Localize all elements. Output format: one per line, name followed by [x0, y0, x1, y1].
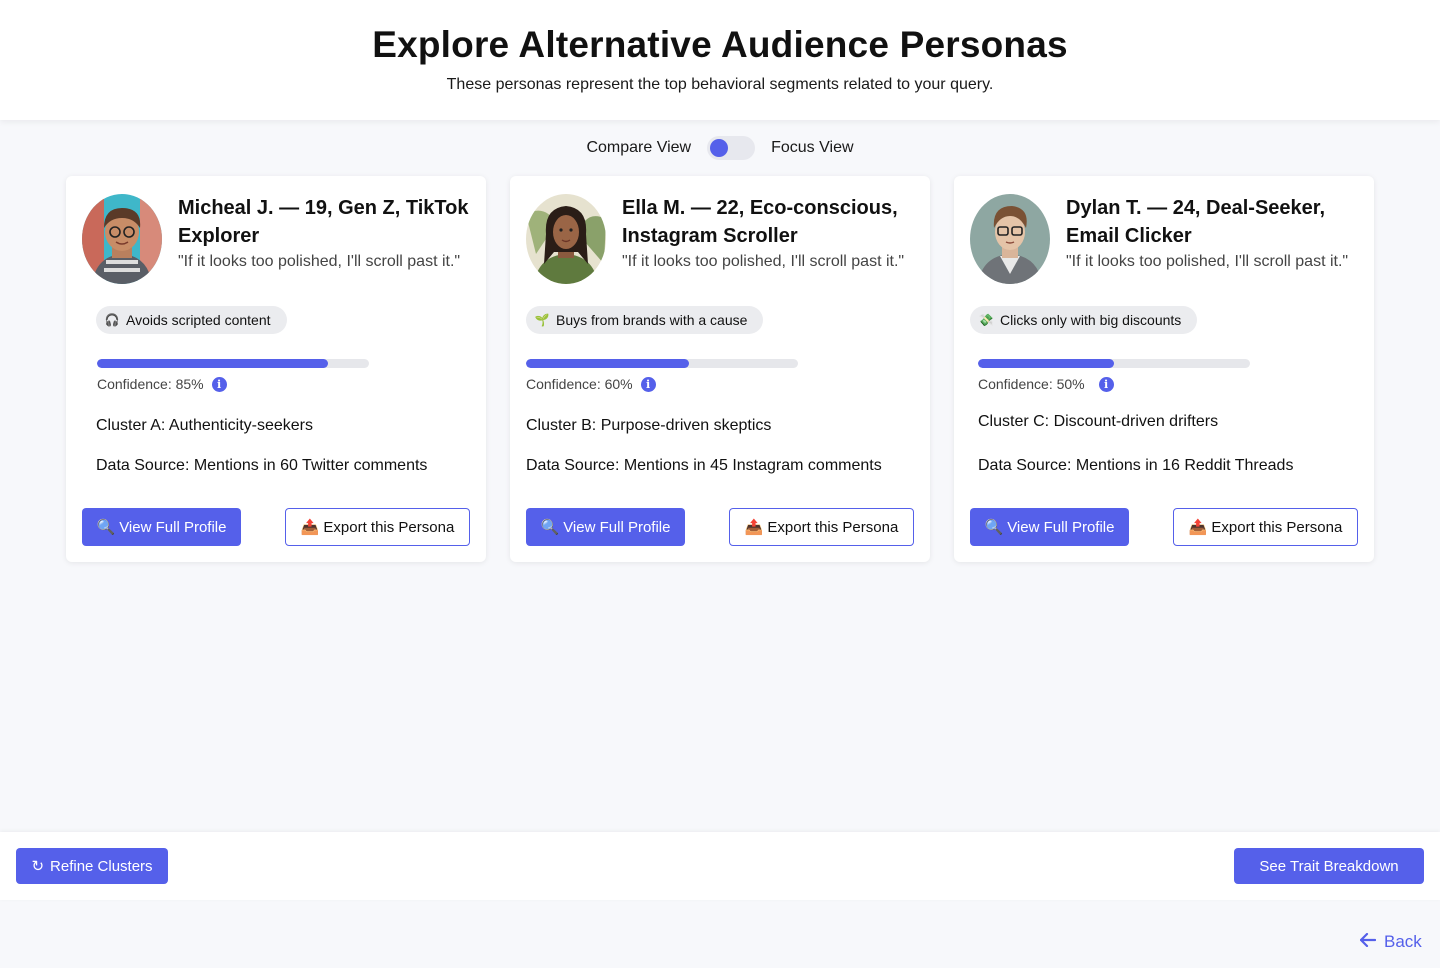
- confidence-label: Confidence: 50%: [978, 376, 1085, 392]
- data-source-label: Data Source: Mentions in 45 Instagram co…: [526, 457, 882, 474]
- toggle-knob: [710, 139, 729, 157]
- persona-tag: 💸 Clicks only with big discounts: [970, 306, 1198, 334]
- page-title: Explore Alternative Audience Personas: [372, 24, 1068, 65]
- see-trait-breakdown-label: See Trait Breakdown: [1259, 857, 1399, 875]
- refresh-icon: ↻: [31, 858, 45, 875]
- page-header: Explore Alternative Audience Personas Th…: [0, 0, 1440, 120]
- confidence-row: Confidence: 60% i: [526, 376, 656, 392]
- persona-quote: "If it looks too polished, I'll scroll p…: [1066, 253, 1349, 270]
- magnifier-icon: 🔍: [540, 519, 560, 536]
- persona-tag-label: Clicks only with big discounts: [1000, 312, 1182, 328]
- info-icon[interactable]: i: [640, 376, 656, 392]
- persona-name: Ella M. — 22, Eco-conscious, Instagram S…: [622, 197, 898, 247]
- data-source-label: Data Source: Mentions in 16 Reddit Threa…: [978, 457, 1294, 474]
- confidence-bar-fill: [97, 359, 329, 368]
- persona-card-dylan: Dylan T. — 24, Deal-Seeker, Email Clicke…: [954, 176, 1374, 562]
- info-icon[interactable]: i: [1098, 376, 1114, 392]
- view-full-profile-label: View Full Profile: [1007, 518, 1115, 536]
- cluster-label: Cluster B: Purpose-driven skeptics: [526, 417, 772, 434]
- avatar: [82, 194, 162, 284]
- headphones-icon: 🎧: [104, 313, 120, 327]
- magnifier-icon: 🔍: [96, 519, 116, 536]
- confidence-label: Confidence: 85%: [97, 376, 204, 392]
- persona-quote: "If it looks too polished, I'll scroll p…: [178, 253, 461, 270]
- avatar: [526, 194, 606, 284]
- confidence-bar: [978, 359, 1250, 368]
- export-icon: 📤: [300, 519, 320, 536]
- money-wings-icon: 💸: [978, 313, 994, 327]
- persona-name: Micheal J. — 19, Gen Z, TikTok Explorer: [178, 197, 469, 247]
- view-full-profile-button[interactable]: 🔍 View Full Profile: [970, 508, 1129, 546]
- export-icon: 📤: [744, 519, 764, 536]
- refine-clusters-button[interactable]: ↻ Refine Clusters: [16, 848, 168, 884]
- view-full-profile-button[interactable]: 🔍 View Full Profile: [82, 508, 241, 546]
- data-source-label: Data Source: Mentions in 60 Twitter comm…: [96, 457, 428, 474]
- persona-tag-label: Avoids scripted content: [126, 312, 271, 328]
- cluster-label: Cluster A: Authenticity-seekers: [96, 417, 313, 434]
- export-persona-button[interactable]: 📤 Export this Persona: [285, 508, 470, 546]
- confidence-row: Confidence: 85% i: [97, 376, 227, 392]
- view-full-profile-label: View Full Profile: [119, 518, 227, 536]
- persona-quote: "If it looks too polished, I'll scroll p…: [622, 253, 905, 270]
- persona-name: Dylan T. — 24, Deal-Seeker, Email Clicke…: [1066, 197, 1326, 247]
- persona-card-ella: Ella M. — 22, Eco-conscious, Instagram S…: [510, 176, 930, 562]
- persona-tag: 🌱 Buys from brands with a cause: [526, 306, 764, 334]
- export-persona-label: Export this Persona: [1211, 518, 1343, 536]
- footer-bar: ↻ Refine Clusters See Trait Breakdown: [0, 832, 1440, 900]
- compare-view-label[interactable]: Compare View: [586, 139, 691, 157]
- view-toggle-row: Compare View Focus View: [0, 136, 1440, 160]
- persona-tag-label: Buys from brands with a cause: [556, 312, 748, 328]
- confidence-bar: [526, 359, 798, 368]
- back-label: Back: [1384, 932, 1422, 951]
- cluster-label: Cluster C: Discount-driven drifters: [978, 413, 1219, 430]
- view-full-profile-label: View Full Profile: [563, 518, 671, 536]
- export-persona-button[interactable]: 📤 Export this Persona: [1173, 508, 1358, 546]
- info-icon[interactable]: i: [211, 376, 227, 392]
- export-persona-label: Export this Persona: [323, 518, 455, 536]
- confidence-row: Confidence: 50% i: [978, 376, 1114, 392]
- avatar: [970, 194, 1050, 284]
- see-trait-breakdown-button[interactable]: See Trait Breakdown: [1234, 848, 1424, 884]
- refine-clusters-label: Refine Clusters: [50, 857, 153, 875]
- back-link[interactable]: Back: [1359, 932, 1422, 952]
- view-toggle-switch[interactable]: [707, 136, 756, 160]
- export-persona-button[interactable]: 📤 Export this Persona: [729, 508, 914, 546]
- arrow-left-icon: [1359, 932, 1377, 952]
- persona-card-micheal: Micheal J. — 19, Gen Z, TikTok Explorer …: [66, 176, 486, 562]
- view-full-profile-button[interactable]: 🔍 View Full Profile: [526, 508, 685, 546]
- confidence-bar: [97, 359, 369, 368]
- magnifier-icon: 🔍: [984, 519, 1004, 536]
- export-persona-label: Export this Persona: [767, 518, 899, 536]
- focus-view-label[interactable]: Focus View: [771, 139, 853, 157]
- page-subtitle: These personas represent the top behavio…: [446, 76, 994, 93]
- export-icon: 📤: [1188, 519, 1208, 536]
- seedling-icon: 🌱: [534, 313, 550, 327]
- confidence-bar-fill: [978, 359, 1114, 368]
- persona-tag: 🎧 Avoids scripted content: [96, 306, 287, 334]
- confidence-label: Confidence: 60%: [526, 376, 633, 392]
- confidence-bar-fill: [526, 359, 690, 368]
